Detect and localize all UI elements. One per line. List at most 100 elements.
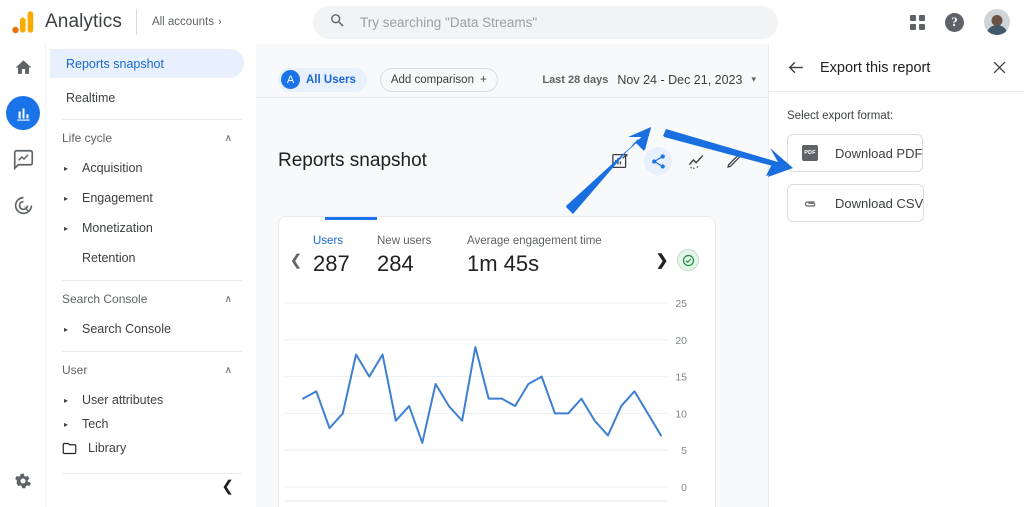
arrow-left-icon[interactable]	[787, 58, 806, 77]
plus-icon: +	[480, 74, 487, 86]
metric-users[interactable]: Users 287	[313, 231, 377, 277]
chevron-up-icon: ∧	[225, 133, 232, 144]
metric-label: Average engagement time	[467, 235, 647, 247]
sidebar-item-engagement[interactable]: ▸ Engagement	[46, 183, 256, 213]
svg-text:10: 10	[675, 408, 687, 420]
download-csv-button[interactable]: Download CSV	[787, 184, 924, 222]
rail-item-admin[interactable]	[0, 471, 46, 491]
check-circle-icon	[682, 254, 695, 267]
home-icon	[14, 58, 33, 77]
gear-icon	[13, 471, 33, 491]
section-label: User	[62, 363, 87, 377]
metric-avg-engagement-time[interactable]: Average engagement time 1m 45s	[467, 231, 647, 277]
export-panel: Export this report Select export format:…	[768, 44, 1024, 507]
export-panel-header: Export this report	[769, 44, 1024, 92]
icon-rail	[0, 44, 46, 507]
rail-active-indicator	[6, 96, 40, 130]
sidebar-item-reports-snapshot[interactable]: Reports snapshot	[50, 49, 244, 78]
sidebar-item-label: Reports snapshot	[66, 57, 164, 71]
sidebar-item-acquisition[interactable]: ▸ Acquisition	[46, 153, 256, 183]
avatar-body	[986, 25, 1008, 35]
sidebar-item-label: Tech	[82, 417, 108, 431]
insights-report-icon[interactable]	[606, 147, 634, 175]
add-comparison-label: Add comparison	[391, 74, 474, 86]
sidebar-item-user-attributes[interactable]: ▸ User attributes	[46, 385, 256, 415]
help-icon[interactable]: ?	[945, 13, 964, 32]
metric-value: 1m 45s	[467, 251, 647, 277]
folder-icon	[62, 441, 77, 456]
top-bar-actions: ?	[910, 0, 1010, 44]
triangle-right-icon: ▸	[64, 224, 71, 233]
divider	[62, 351, 242, 352]
svg-text:15: 15	[675, 372, 687, 384]
export-panel-subtitle: Select export format:	[769, 92, 1024, 122]
date-range-label: Nov 24 - Dec 21, 2023	[617, 73, 742, 87]
triangle-right-icon: ▸	[64, 325, 71, 334]
rail-item-home[interactable]	[0, 44, 46, 90]
metric-prev-button[interactable]: ❮	[279, 231, 313, 269]
rail-item-explore[interactable]	[0, 136, 46, 182]
divider	[62, 119, 242, 120]
sidebar-item-label: User attributes	[82, 393, 163, 407]
avatar[interactable]	[984, 9, 1010, 35]
svg-text:20: 20	[675, 335, 687, 347]
report-action-icons	[606, 147, 748, 175]
divider	[62, 280, 242, 281]
triangle-right-icon: ▸	[64, 396, 71, 405]
metric-next-button[interactable]: ❯	[647, 231, 677, 269]
audience-chip-all-users[interactable]: A All Users	[278, 68, 367, 92]
svg-text:0: 0	[681, 482, 687, 494]
download-csv-label: Download CSV	[835, 196, 923, 211]
advertising-icon	[13, 195, 34, 216]
sidebar-item-library[interactable]: Library	[46, 433, 256, 463]
close-icon[interactable]	[991, 59, 1008, 76]
audience-chip-label: All Users	[306, 74, 356, 86]
rail-item-advertising[interactable]	[0, 182, 46, 228]
sidebar-item-search-console[interactable]: ▸ Search Console	[46, 314, 256, 344]
sidebar-item-realtime[interactable]: Realtime	[50, 83, 244, 112]
sidebar-item-retention[interactable]: Retention	[46, 243, 256, 273]
all-accounts-label: All accounts	[152, 16, 214, 28]
metrics-row: ❮ Users 287 New users 284 Average engage…	[279, 231, 716, 289]
export-panel-title: Export this report	[820, 60, 930, 76]
svg-text:5: 5	[681, 445, 687, 457]
add-comparison-button[interactable]: Add comparison +	[380, 68, 498, 92]
users-line-chart: 051015202526Nov03Dec1017	[279, 295, 716, 507]
rail-item-reports[interactable]	[0, 90, 46, 136]
sidebar-section-user[interactable]: User ∧	[46, 355, 256, 385]
sidebar-collapse-button[interactable]: ❮	[221, 477, 234, 495]
sidebar-item-label: Acquisition	[82, 161, 142, 175]
date-preset-label: Last 28 days	[542, 74, 608, 86]
sidebar-item-label: Monetization	[82, 221, 153, 235]
sidebar-item-tech[interactable]: ▸ Tech	[46, 415, 256, 433]
section-label: Life cycle	[62, 131, 112, 145]
date-range-picker[interactable]: Last 28 days Nov 24 - Dec 21, 2023 ▾	[542, 73, 768, 87]
reports-bar-chart-icon	[15, 105, 32, 122]
share-icon[interactable]	[644, 147, 672, 175]
all-accounts-breadcrumb[interactable]: All accounts ›	[152, 16, 222, 28]
divider	[62, 473, 242, 474]
sidebar-section-life-cycle[interactable]: Life cycle ∧	[46, 123, 256, 153]
divider	[136, 9, 137, 35]
sidebar-item-label: Search Console	[82, 322, 171, 336]
customize-trend-icon[interactable]	[682, 147, 710, 175]
download-pdf-button[interactable]: PDF Download PDF	[787, 134, 923, 172]
search-input[interactable]: Try searching "Data Streams"	[313, 6, 778, 39]
chevron-up-icon: ∧	[225, 294, 232, 305]
metric-new-users[interactable]: New users 284	[377, 231, 467, 277]
triangle-right-icon: ▸	[64, 164, 71, 173]
active-metric-indicator	[325, 217, 377, 220]
apps-grid-icon[interactable]	[910, 15, 925, 30]
chevron-right-icon: ›	[218, 16, 222, 28]
edit-pencil-icon[interactable]	[720, 147, 748, 175]
analytics-app: Analytics All accounts › Try searching "…	[0, 0, 1024, 507]
google-analytics-logo-icon	[10, 9, 36, 35]
pdf-file-icon: PDF	[802, 145, 818, 161]
sidebar-nav: Reports snapshot Realtime Life cycle ∧ ▸…	[46, 44, 256, 507]
report-card-users: ❮ Users 287 New users 284 Average engage…	[278, 216, 716, 507]
explore-icon	[13, 149, 34, 170]
sidebar-item-monetization[interactable]: ▸ Monetization	[46, 213, 256, 243]
section-label: Search Console	[62, 292, 147, 306]
chevron-down-icon: ▾	[751, 74, 756, 85]
sidebar-section-search-console[interactable]: Search Console ∧	[46, 284, 256, 314]
